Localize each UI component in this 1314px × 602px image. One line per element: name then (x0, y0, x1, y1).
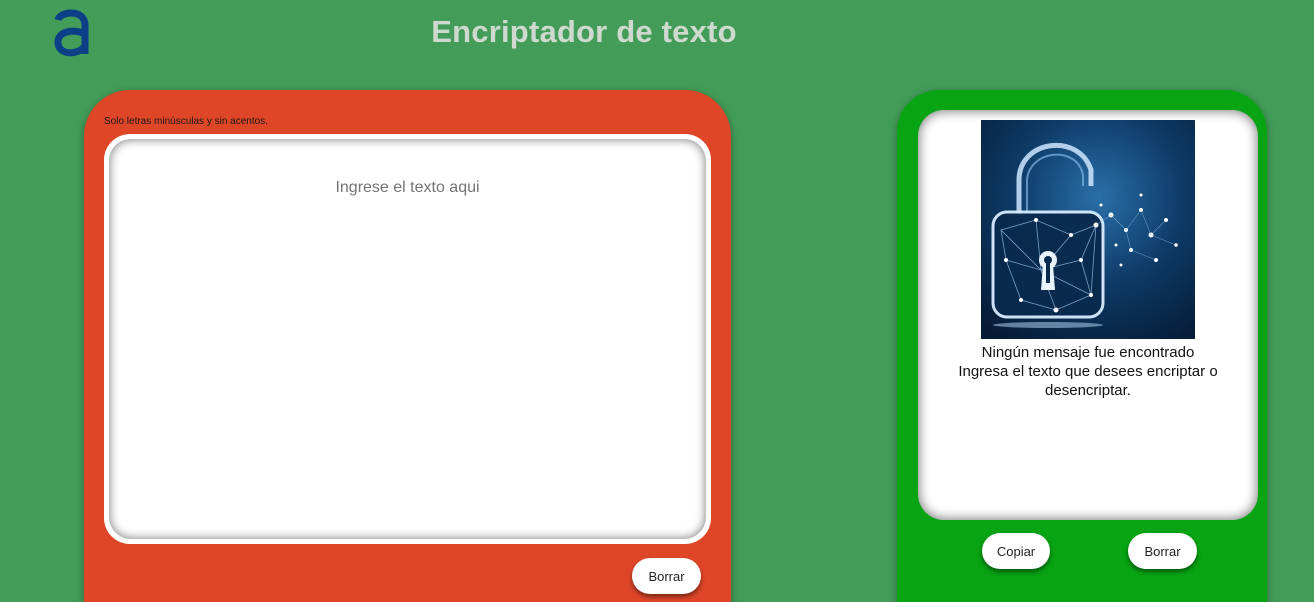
empty-state-body: Ingresa el texto que desees encriptar o … (958, 363, 1218, 399)
clear-output-button[interactable]: Borrar (1128, 533, 1197, 569)
output-card: Ningún mensaje fue encontrado Ingresa el… (918, 110, 1258, 520)
input-panel: Solo letras minúsculas y sin acentos. Bo… (84, 90, 731, 602)
output-panel: Ningún mensaje fue encontrado Ingresa el… (897, 90, 1267, 602)
input-frame (104, 134, 711, 544)
text-input[interactable] (109, 139, 706, 539)
input-hint: Solo letras minúsculas y sin acentos. (104, 116, 268, 127)
empty-state-title: Ningún mensaje fue encontrado (981, 344, 1195, 361)
padlock-network-icon (981, 120, 1195, 339)
page-title: Encriptador de texto (431, 14, 737, 49)
clear-input-button[interactable]: Borrar (632, 558, 701, 594)
copy-button[interactable]: Copiar (982, 533, 1050, 569)
